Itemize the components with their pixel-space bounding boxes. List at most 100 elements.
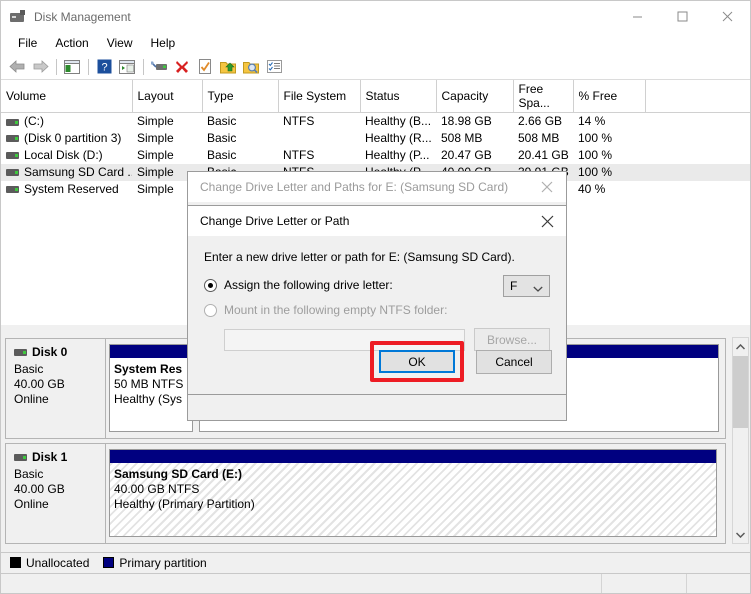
cell-percent-free: 14 % <box>578 114 606 129</box>
table-header-row: Volume Layout Type File System Status Ca… <box>1 80 750 113</box>
cell-layout: Simple <box>137 131 174 145</box>
show-hide-action-pane-icon[interactable] <box>116 56 138 78</box>
drive-icon <box>6 118 19 126</box>
menu-view[interactable]: View <box>98 34 142 52</box>
scroll-down-arrow-icon[interactable] <box>733 526 748 543</box>
dialog-title-bar: Change Drive Letter and Paths for E: (Sa… <box>188 172 566 202</box>
close-button[interactable] <box>705 1 750 32</box>
disk-management-window: Disk Management File Action View Help ? … <box>0 0 751 594</box>
cell-capacity: 508 MB <box>441 131 483 145</box>
column-header-free-space[interactable]: Free Spa... <box>513 80 574 113</box>
disk-info-0[interactable]: Disk 0 Basic 40.00 GB Online <box>5 338 106 439</box>
column-header-layout[interactable]: Layout <box>132 80 203 113</box>
folder-search-icon[interactable] <box>240 56 262 78</box>
partition-text: Samsung SD Card (E:) 40.00 GB NTFS Healt… <box>110 467 716 512</box>
cell-volume: Samsung SD Card ... <box>1 163 132 181</box>
disk-state-0: Online <box>14 392 49 406</box>
partition-title: Samsung SD Card (E:) <box>114 467 243 481</box>
delete-icon[interactable] <box>171 56 193 78</box>
table-row[interactable]: Local Disk (D:) Simple Basic NTFS Health… <box>1 147 750 164</box>
dialog-prompt: Enter a new drive letter or path for E: … <box>204 250 515 264</box>
scroll-up-arrow-icon[interactable] <box>733 338 748 355</box>
toolbar-separator <box>143 58 144 75</box>
cell-volume: (C:) <box>1 113 132 130</box>
folder-up-icon[interactable] <box>217 56 239 78</box>
disk-icon <box>14 454 27 461</box>
properties-check-icon[interactable] <box>194 56 216 78</box>
menu-action[interactable]: Action <box>46 34 97 52</box>
table-row[interactable]: (Disk 0 partition 3) Simple Basic Health… <box>1 130 750 147</box>
legend-item-unallocated: Unallocated <box>10 556 89 570</box>
cell-type: Basic <box>207 131 237 145</box>
drive-icon <box>6 135 19 143</box>
toolbar-separator <box>56 58 57 75</box>
partition-status: Healthy (Primary Partition) <box>114 497 255 511</box>
cancel-button[interactable]: Cancel <box>476 349 552 374</box>
column-header-percent-free[interactable]: % Free <box>573 80 646 113</box>
drive-letter-select[interactable]: F <box>503 275 550 297</box>
partition-color-bar <box>110 345 192 358</box>
rescan-disks-icon[interactable] <box>148 56 170 78</box>
legend-item-primary-partition: Primary partition <box>103 556 207 570</box>
cell-free-space: 2.66 GB <box>518 114 563 129</box>
chevron-down-icon <box>533 281 543 295</box>
disk-type-0: Basic <box>14 362 44 376</box>
show-hide-console-tree-icon[interactable] <box>61 56 83 78</box>
column-header-volume[interactable]: Volume <box>1 80 133 113</box>
radio-assign-drive-letter-label: Assign the following drive letter: <box>224 278 393 292</box>
cell-free-space: 20.41 GB <box>518 148 569 162</box>
disk-icon <box>14 349 27 356</box>
partition-size: 40.00 GB NTFS <box>114 482 200 496</box>
maximize-button[interactable] <box>660 1 705 32</box>
column-header-capacity[interactable]: Capacity <box>436 80 514 113</box>
cell-extra <box>645 130 750 147</box>
change-drive-letter-or-path-dialog: Change Drive Letter or Path Enter a new … <box>187 205 567 395</box>
menu-help[interactable]: Help <box>142 34 185 52</box>
cell-free-space: 508 MB <box>518 131 560 145</box>
cell-volume: (Disk 0 partition 3) <box>1 130 132 147</box>
radio-mount-ntfs-folder-row[interactable]: Mount in the following empty NTFS folder… <box>204 303 550 317</box>
list-properties-icon[interactable] <box>263 56 285 78</box>
column-header-status[interactable]: Status <box>360 80 437 113</box>
partition-samsung-sd-card-e[interactable]: Samsung SD Card (E:) 40.00 GB NTFS Healt… <box>109 449 717 537</box>
back-arrow-icon[interactable] <box>6 56 28 78</box>
window-controls <box>615 1 750 32</box>
cell-percent-free: 100 % <box>578 148 613 162</box>
drive-letter-value: F <box>510 279 518 293</box>
close-icon[interactable] <box>528 172 566 202</box>
radio-mount-ntfs-folder-label: Mount in the following empty NTFS folder… <box>224 303 448 317</box>
cell-percent-free: 40 % <box>578 182 606 196</box>
window-title: Disk Management <box>34 9 131 24</box>
table-row[interactable]: (C:) Simple Basic NTFS Healthy (B... 18.… <box>1 113 750 130</box>
cell-file-system: NTFS <box>283 148 315 162</box>
cell-volume: Local Disk (D:) <box>1 147 132 164</box>
radio-assign-drive-letter-row[interactable]: Assign the following drive letter: F <box>204 275 550 297</box>
close-icon[interactable] <box>528 206 566 236</box>
column-header-extra[interactable] <box>645 80 750 113</box>
forward-arrow-icon[interactable] <box>29 56 51 78</box>
ok-button[interactable]: OK <box>379 350 455 373</box>
radio-assign-drive-letter[interactable] <box>204 278 217 292</box>
status-bar <box>1 573 750 593</box>
ok-button-highlight: OK <box>370 341 464 382</box>
partition-title: System Res <box>114 362 183 376</box>
disk-view-scrollbar[interactable] <box>732 337 749 544</box>
help-icon[interactable]: ? <box>93 56 115 78</box>
svg-text:?: ? <box>101 62 107 74</box>
disk-info-1[interactable]: Disk 1 Basic 40.00 GB Online <box>5 443 106 544</box>
status-cell-1 <box>1 574 602 593</box>
column-header-file-system[interactable]: File System <box>278 80 361 113</box>
column-header-type[interactable]: Type <box>202 80 279 113</box>
partition-color-bar <box>110 450 716 463</box>
toolbar-separator <box>88 58 89 75</box>
minimize-button[interactable] <box>615 1 660 32</box>
cell-file-system <box>278 130 360 147</box>
cell-extra <box>645 147 750 164</box>
radio-mount-ntfs-folder[interactable] <box>204 303 217 317</box>
menu-file[interactable]: File <box>9 34 46 52</box>
scrollbar-thumb[interactable] <box>733 356 748 428</box>
disk-state-1: Online <box>14 497 49 511</box>
partition-system-reserved[interactable]: System Res 50 MB NTFS Healthy (Sys <box>109 344 193 432</box>
partition-text: System Res 50 MB NTFS Healthy (Sys <box>110 362 192 407</box>
dialog-button-row: OK Cancel <box>370 341 552 382</box>
